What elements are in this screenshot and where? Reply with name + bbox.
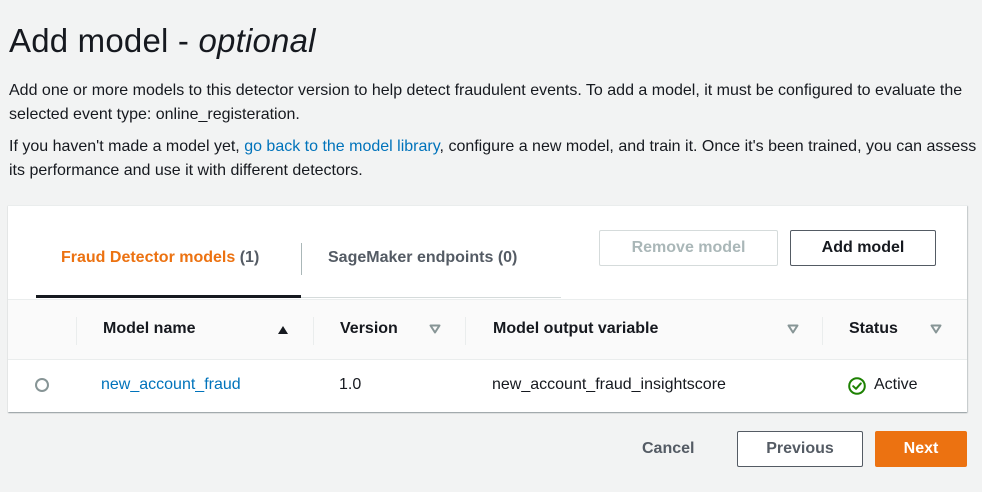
models-panel: Fraud Detector models (1) SageMaker endp…: [8, 205, 967, 412]
sort-ascending-icon[interactable]: [278, 326, 288, 334]
sort-caret-down-icon[interactable]: [930, 324, 942, 334]
next-button[interactable]: Next: [875, 431, 967, 467]
page-title-main: Add model -: [9, 22, 199, 59]
column-header-model-output-variable[interactable]: Model output variable: [493, 320, 658, 338]
active-tab-indicator: [36, 295, 301, 298]
sort-caret-down-icon[interactable]: [429, 324, 441, 334]
sort-caret-down-icon[interactable]: [787, 324, 799, 334]
status-text: Active: [874, 376, 918, 393]
success-check-icon: [848, 377, 866, 395]
model-version: 1.0: [339, 376, 362, 393]
model-name-link[interactable]: new_account_fraud: [101, 376, 241, 394]
tab-separator: [301, 243, 302, 275]
model-output-variable: new_account_fraud_insightscore: [492, 376, 726, 393]
previous-button[interactable]: Previous: [737, 431, 863, 467]
column-divider: [822, 317, 823, 345]
model-library-link[interactable]: go back to the model library: [244, 138, 439, 155]
column-divider: [313, 317, 314, 345]
table-header: Model name Version Model output variable…: [8, 299, 967, 360]
page-title-optional: optional: [198, 22, 316, 59]
page-title: Add model - optional: [9, 22, 316, 60]
tab-fraud-detector-models-count: (1): [239, 249, 260, 266]
tab-fraud-detector-models[interactable]: Fraud Detector models (1): [61, 249, 259, 267]
row-select-radio[interactable]: [35, 378, 49, 392]
column-divider: [465, 317, 466, 345]
description-text-before-link: If you haven't made a model yet,: [9, 138, 245, 155]
column-header-model-name[interactable]: Model name: [103, 320, 195, 338]
column-header-status[interactable]: Status: [849, 320, 898, 338]
tab-fraud-detector-models-label: Fraud Detector models: [61, 249, 236, 266]
tab-sagemaker-endpoints-count: (0): [497, 249, 518, 266]
cancel-button[interactable]: Cancel: [630, 431, 706, 467]
column-header-version[interactable]: Version: [340, 320, 398, 338]
tab-sagemaker-endpoints-label: SageMaker endpoints: [328, 249, 494, 266]
column-divider: [76, 317, 77, 345]
description-paragraph-2: If you haven't made a model yet, go back…: [9, 135, 977, 183]
remove-model-button[interactable]: Remove model: [599, 230, 778, 266]
tab-sagemaker-endpoints[interactable]: SageMaker endpoints (0): [328, 249, 517, 267]
table-row: new_account_fraud 1.0 new_account_fraud_…: [8, 360, 967, 412]
description-paragraph-1: Add one or more models to this detector …: [9, 82, 963, 123]
add-model-button[interactable]: Add model: [790, 230, 936, 266]
